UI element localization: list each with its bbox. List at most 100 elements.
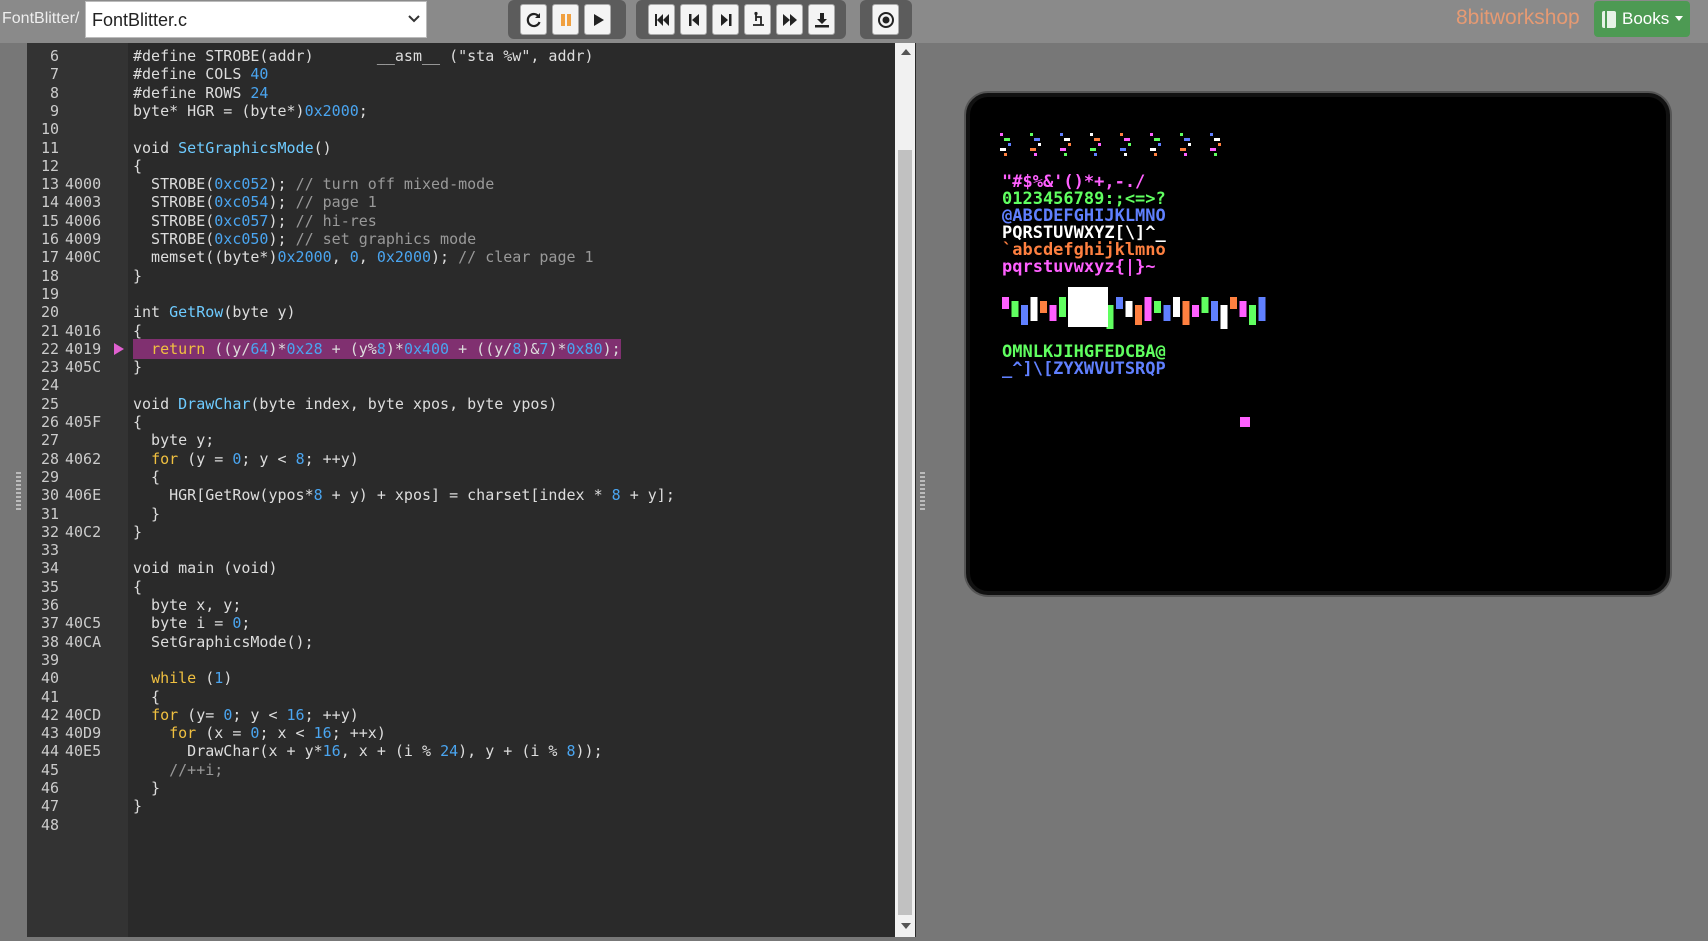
line-number[interactable]: 46 (37, 778, 59, 798)
code-line[interactable]: 7 #define COLS 40 (27, 64, 895, 84)
brand-logo[interactable]: 8bitworkshop (1456, 6, 1580, 30)
code-line[interactable]: 10 (27, 119, 895, 139)
step-back-button[interactable] (680, 4, 707, 35)
line-number[interactable]: 39 (37, 650, 59, 670)
line-number[interactable]: 47 (37, 796, 59, 816)
code-line[interactable]: 38 40CA SetGraphicsMode(); (27, 632, 895, 652)
code-line[interactable]: 35 { (27, 577, 895, 597)
line-number[interactable]: 40 (37, 668, 59, 688)
line-number[interactable]: 38 (37, 632, 59, 652)
line-number[interactable]: 11 (37, 138, 59, 158)
code-line[interactable]: 25 void DrawChar(byte index, byte xpos, b… (27, 394, 895, 414)
line-number[interactable]: 20 (37, 302, 59, 322)
line-number[interactable]: 32 (37, 522, 59, 542)
code-line[interactable]: 21 4016 { (27, 321, 895, 341)
books-menu-button[interactable]: Books (1594, 1, 1690, 37)
code-line[interactable]: 27 byte y; (27, 430, 895, 450)
code-line[interactable]: 29 { (27, 467, 895, 487)
code-line[interactable]: 41 { (27, 687, 895, 707)
line-number[interactable]: 6 (37, 46, 59, 66)
code-line[interactable]: 15 4006 STROBE(0xc057); // hi-res (27, 211, 895, 231)
line-number[interactable]: 21 (37, 321, 59, 341)
reset-button[interactable] (520, 4, 547, 35)
file-selector[interactable]: FontBlitter.c (85, 1, 427, 38)
line-number[interactable]: 44 (37, 741, 59, 761)
code-line[interactable]: 46 } (27, 778, 895, 798)
code-line[interactable]: 6 #define STROBE(addr) __asm__ ("sta %w",… (27, 46, 895, 66)
line-number[interactable]: 29 (37, 467, 59, 487)
code-line[interactable]: 16 4009 STROBE(0xc050); // set graphics m… (27, 229, 895, 249)
code-line[interactable]: 45 //++i; (27, 760, 895, 780)
code-line[interactable]: 22 4019 return ((y/64)*0x28 + (y%8)*0x400… (27, 338, 895, 359)
code-line[interactable]: 17 400C memset((byte*)0x2000, 0, 0x2000);… (27, 247, 895, 267)
code-line[interactable]: 12 { (27, 156, 895, 176)
line-number[interactable]: 36 (37, 595, 59, 615)
code-line[interactable]: 14 4003 STROBE(0xc054); // page 1 (27, 192, 895, 212)
line-number[interactable]: 23 (37, 357, 59, 377)
line-number[interactable]: 7 (37, 64, 59, 84)
step-into-button[interactable] (744, 4, 771, 35)
scroll-down-arrow[interactable] (901, 923, 911, 929)
code-line[interactable]: 24 (27, 375, 895, 395)
code-line[interactable]: 13 4000 STROBE(0xc052); // turn off mixed… (27, 174, 895, 194)
left-panel-grip[interactable] (16, 472, 21, 510)
code-line[interactable]: 11 void SetGraphicsMode() (27, 138, 895, 158)
line-number[interactable]: 22 (37, 339, 59, 359)
code-line[interactable]: 19 (27, 284, 895, 304)
line-number[interactable]: 14 (37, 192, 59, 212)
scroll-up-arrow[interactable] (901, 49, 911, 55)
fast-forward-button[interactable] (776, 4, 803, 35)
line-number[interactable]: 13 (37, 174, 59, 194)
line-number[interactable]: 26 (37, 412, 59, 432)
line-number[interactable]: 16 (37, 229, 59, 249)
code-line[interactable]: 9 byte* HGR = (byte*)0x2000; (27, 101, 895, 121)
right-panel-grip[interactable] (920, 472, 925, 510)
code-line[interactable]: 18} (27, 266, 895, 286)
line-number[interactable]: 30 (37, 485, 59, 505)
line-number[interactable]: 34 (37, 558, 59, 578)
line-number[interactable]: 33 (37, 540, 59, 560)
code-line[interactable]: 36 byte x, y; (27, 595, 895, 615)
pause-button[interactable] (552, 4, 579, 35)
code-line[interactable]: 33 (27, 540, 895, 560)
download-button[interactable] (808, 4, 835, 35)
code-line[interactable]: 31 } (27, 504, 895, 524)
line-number[interactable]: 28 (37, 449, 59, 469)
code-line[interactable]: 44 40E5 DrawChar(x + y*16, x + (i % 24), … (27, 741, 895, 761)
line-number[interactable]: 43 (37, 723, 59, 743)
line-number[interactable]: 27 (37, 430, 59, 450)
line-number[interactable]: 12 (37, 156, 59, 176)
line-number[interactable]: 45 (37, 760, 59, 780)
record-button[interactable] (872, 4, 899, 35)
code-line[interactable]: 43 40D9 for (x = 0; x < 16; ++x) (27, 723, 895, 743)
code-line[interactable]: 20 int GetRow(byte y) (27, 302, 895, 322)
line-number[interactable]: 31 (37, 504, 59, 524)
line-number[interactable]: 10 (37, 119, 59, 139)
code-line[interactable]: 47} (27, 796, 895, 816)
rewind-to-start-button[interactable] (648, 4, 675, 35)
code-line[interactable]: 34 void main (void) (27, 558, 895, 578)
line-number[interactable]: 9 (37, 101, 59, 121)
line-number[interactable]: 18 (37, 266, 59, 286)
line-number[interactable]: 41 (37, 687, 59, 707)
play-button[interactable] (584, 4, 611, 35)
code-line[interactable]: 32 40C2} (27, 522, 895, 542)
code-line[interactable]: 37 40C5 byte i = 0; (27, 613, 895, 633)
emulator-screen[interactable]: "#$%&'()*+,-./0123456789:;<=>? @ABCDEFGHI… (966, 93, 1670, 595)
code-line[interactable]: 30 406E HGR[GetRow(ypos*8 + y) + xpos] = … (27, 485, 895, 505)
line-number[interactable]: 17 (37, 247, 59, 267)
code-line[interactable]: 40 while (1) (27, 668, 895, 688)
code-line[interactable]: 26 405F { (27, 412, 895, 432)
line-number[interactable]: 48 (37, 815, 59, 835)
line-number[interactable]: 24 (37, 375, 59, 395)
step-over-button[interactable] (712, 4, 739, 35)
line-number[interactable]: 35 (37, 577, 59, 597)
code-line[interactable]: 28 4062 for (y = 0; y < 8; ++y) (27, 449, 895, 469)
code-line[interactable]: 8 #define ROWS 24 (27, 83, 895, 103)
code-line[interactable]: 48 (27, 815, 895, 835)
code-line[interactable]: 39 (27, 650, 895, 670)
line-number[interactable]: 42 (37, 705, 59, 725)
line-number[interactable]: 19 (37, 284, 59, 304)
line-number[interactable]: 15 (37, 211, 59, 231)
line-number[interactable]: 25 (37, 394, 59, 414)
